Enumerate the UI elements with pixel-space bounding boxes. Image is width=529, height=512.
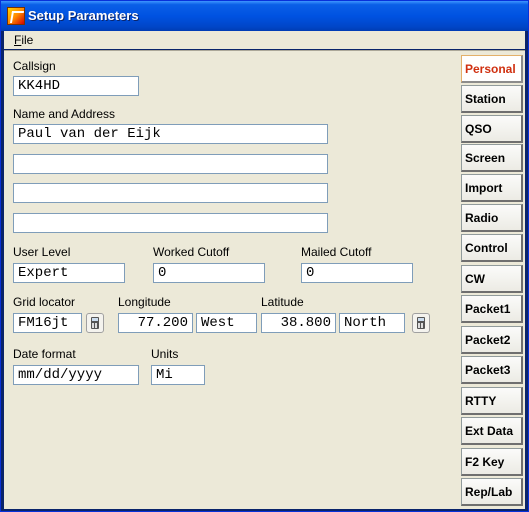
tab-personal[interactable]: Personal: [461, 55, 523, 83]
tab-screen[interactable]: Screen: [461, 144, 523, 172]
tab-cw[interactable]: CW: [461, 265, 523, 293]
setup-window: Setup Parameters File Callsign KK4HD Nam…: [0, 0, 529, 512]
callsign-label: Callsign: [13, 59, 56, 73]
menu-file[interactable]: File: [14, 33, 33, 47]
longitude-label: Longitude: [118, 295, 171, 309]
tab-control[interactable]: Control: [461, 234, 523, 262]
menu-bar: File: [4, 31, 525, 49]
date-format-input[interactable]: mm/dd/yyyy: [13, 365, 139, 385]
name-address-line-3[interactable]: [13, 183, 328, 203]
latitude-direction-input[interactable]: North: [339, 313, 405, 333]
tab-f2-key[interactable]: F2 Key: [461, 448, 523, 476]
units-input[interactable]: Mi: [151, 365, 205, 385]
worked-cutoff-input[interactable]: 0: [153, 263, 265, 283]
tab-station[interactable]: Station: [461, 85, 523, 113]
settings-tabs: Personal Station QSO Screen Import Radio…: [458, 51, 525, 509]
date-format-label: Date format: [13, 347, 76, 361]
tab-import[interactable]: Import: [461, 174, 523, 202]
mailed-cutoff-label: Mailed Cutoff: [301, 245, 372, 259]
tab-rtty[interactable]: RTTY: [461, 387, 523, 415]
name-address-line-4[interactable]: [13, 213, 328, 233]
name-address-line-2[interactable]: [13, 154, 328, 174]
longitude-input[interactable]: 77.200: [118, 313, 193, 333]
tab-packet1[interactable]: Packet1: [461, 295, 523, 323]
app-logo-icon: [7, 7, 25, 25]
worked-cutoff-label: Worked Cutoff: [153, 245, 230, 259]
user-level-input[interactable]: Expert: [13, 263, 125, 283]
grid-calculator-icon[interactable]: [86, 313, 104, 333]
grid-locator-input[interactable]: FM16jt: [13, 313, 82, 333]
longitude-direction-input[interactable]: West: [196, 313, 257, 333]
callsign-input[interactable]: KK4HD: [13, 76, 139, 96]
tab-ext-data[interactable]: Ext Data: [461, 417, 523, 445]
window-title: Setup Parameters: [28, 8, 139, 23]
latlong-calculator-icon[interactable]: [412, 313, 430, 333]
units-label: Units: [151, 347, 179, 361]
latitude-input[interactable]: 38.800: [261, 313, 336, 333]
tab-packet2[interactable]: Packet2: [461, 326, 523, 354]
grid-locator-label: Grid locator: [13, 295, 76, 309]
setup-panel: Callsign KK4HD Name and Address Paul van…: [4, 50, 525, 509]
user-level-label: User Level: [13, 245, 71, 259]
name-address-line-1[interactable]: Paul van der Eijk: [13, 124, 328, 144]
name-address-label: Name and Address: [13, 107, 116, 121]
tab-rep-lab[interactable]: Rep/Lab: [461, 478, 523, 506]
mailed-cutoff-input[interactable]: 0: [301, 263, 413, 283]
title-bar[interactable]: Setup Parameters: [1, 1, 528, 31]
tab-qso[interactable]: QSO: [461, 115, 523, 143]
tab-packet3[interactable]: Packet3: [461, 356, 523, 384]
tab-radio[interactable]: Radio: [461, 204, 523, 232]
latitude-label: Latitude: [261, 295, 304, 309]
